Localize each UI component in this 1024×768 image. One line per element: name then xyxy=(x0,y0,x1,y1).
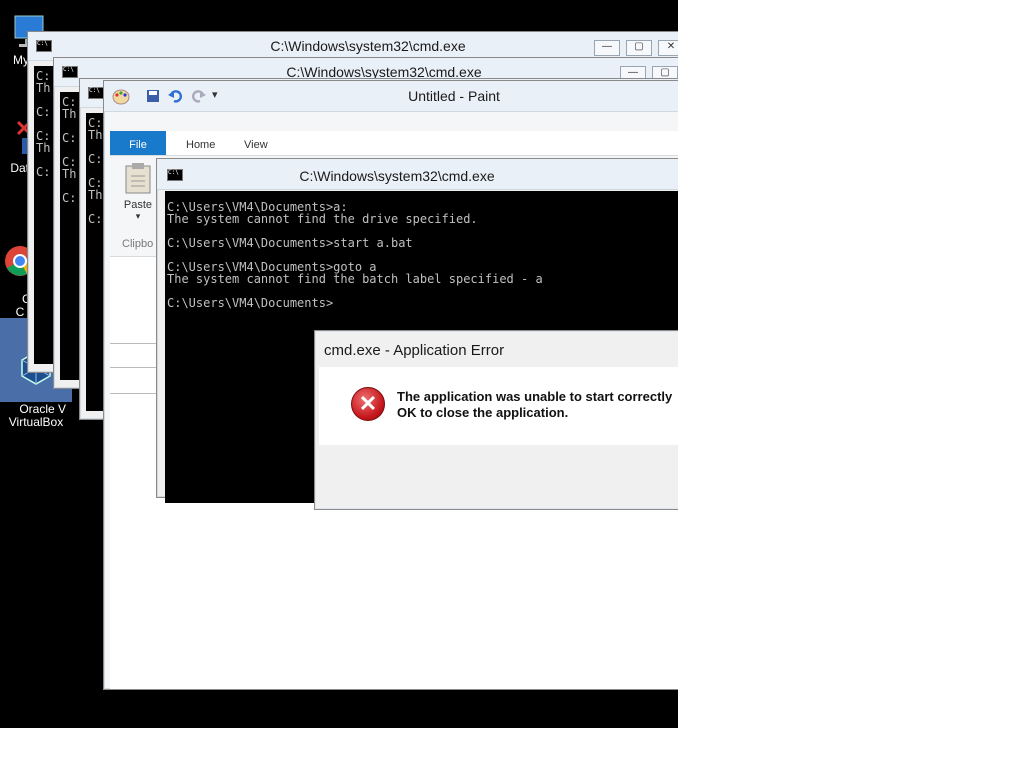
divider xyxy=(110,343,158,344)
chevron-down-icon: ▾ xyxy=(135,211,141,221)
error-dialog[interactable]: cmd.exe - Application Error ✕ The applic… xyxy=(314,330,678,510)
desktop-icon-label: Oracle V VirtualBox xyxy=(8,402,67,429)
dialog-title: cmd.exe - Application Error xyxy=(324,342,505,359)
window-title: Untitled - Paint xyxy=(408,88,500,104)
minimize-button[interactable]: — xyxy=(594,40,620,56)
tab-view[interactable]: View xyxy=(230,131,282,155)
undo-icon[interactable] xyxy=(168,89,184,103)
clipboard-group-label: Clipbo xyxy=(122,238,154,250)
redo-icon[interactable] xyxy=(190,89,206,103)
divider xyxy=(110,393,158,394)
titlebar[interactable]: C:\ C:\Windows\system32\cmd.exe xyxy=(157,159,678,190)
paint-palette-icon xyxy=(112,89,130,105)
blank-area xyxy=(678,0,1024,768)
clipboard-icon xyxy=(125,163,151,194)
quick-access-dropdown-icon[interactable]: ▾ xyxy=(212,88,218,101)
window-title: C:\Windows\system32\cmd.exe xyxy=(270,38,466,54)
titlebar[interactable]: ▾ Untitled - Paint xyxy=(104,81,678,112)
maximize-button[interactable]: ▢ xyxy=(626,40,652,56)
window-title: C:\Windows\system32\cmd.exe xyxy=(299,168,495,184)
paste-button[interactable]: Paste ▾ xyxy=(118,162,158,222)
desktop: My C Data G C Oracle V VirtualBox C:\ C:… xyxy=(0,0,678,728)
save-icon[interactable] xyxy=(146,89,160,103)
paste-label: Paste xyxy=(123,199,153,211)
close-button[interactable]: ✕ xyxy=(658,40,678,56)
divider xyxy=(110,367,158,368)
tab-file[interactable]: File xyxy=(110,131,166,155)
dialog-body: ✕ The application was unable to start co… xyxy=(319,367,678,445)
ribbon-tabs: File Home View xyxy=(110,131,678,156)
tab-home[interactable]: Home xyxy=(172,131,229,155)
dialog-message: The application was unable to start corr… xyxy=(397,389,673,420)
error-icon: ✕ xyxy=(351,387,385,421)
cmd-icon: C:\ xyxy=(88,87,104,99)
